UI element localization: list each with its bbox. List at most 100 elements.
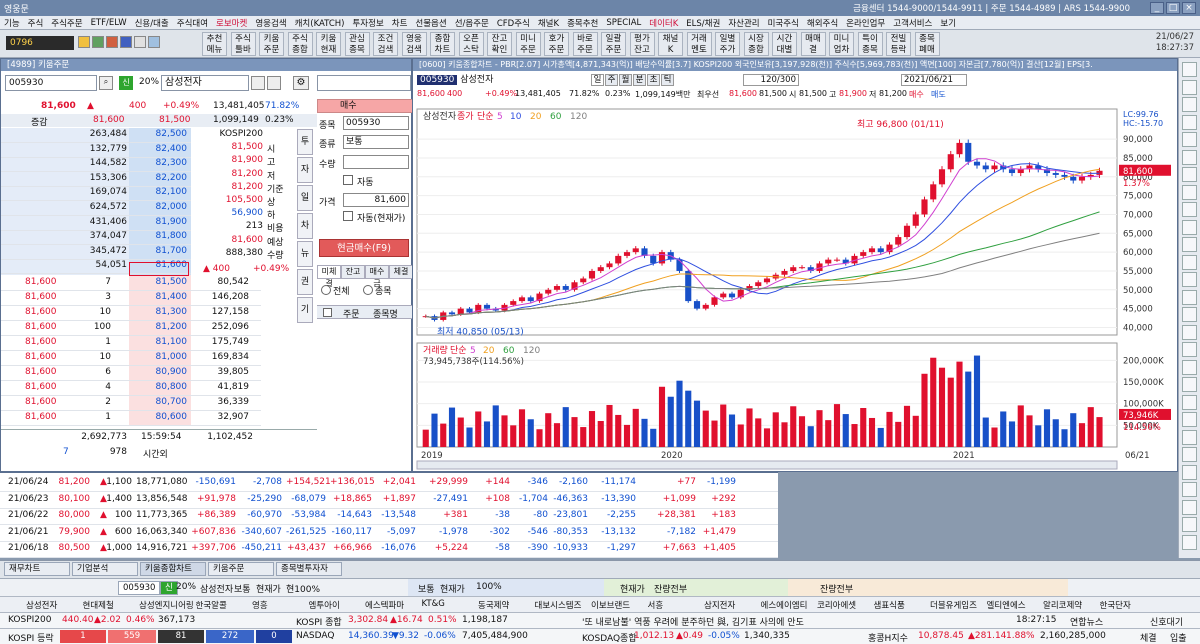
menu-item[interactable]: 신용/대출 xyxy=(135,17,169,29)
chart-date-input[interactable]: 2021/06/21 xyxy=(901,74,967,86)
menu-item[interactable]: 자산관리 xyxy=(728,17,759,29)
ask-price[interactable]: 82,000 xyxy=(131,202,188,212)
buy-submit-button[interactable]: 현금매수(F9) xyxy=(319,239,409,257)
drawing-tool-icon[interactable] xyxy=(1182,254,1197,270)
ticker-stock[interactable]: 서흥 xyxy=(648,599,702,611)
menu-item[interactable]: 투자정보 xyxy=(352,17,383,29)
ask-price[interactable]: 82,100 xyxy=(131,187,188,197)
bid-price[interactable]: 81,400 xyxy=(131,292,188,302)
side-tab[interactable]: 기 xyxy=(297,297,313,323)
drawing-tool-icon[interactable] xyxy=(1182,324,1197,340)
menu-item[interactable]: 해외주식 xyxy=(807,17,838,29)
toolbar-button[interactable]: 조건 검색 xyxy=(373,32,398,56)
fill-status[interactable]: 체결 xyxy=(1140,631,1157,644)
ticker-stock[interactable]: 알리코제약 xyxy=(1043,599,1097,611)
toolbar-button[interactable]: 종합 차트 xyxy=(430,32,455,56)
drawing-tool-icon[interactable] xyxy=(1182,202,1197,217)
toolbar-button[interactable]: 영웅 검색 xyxy=(401,32,427,56)
order-code-input[interactable]: 005930 xyxy=(343,116,409,130)
ask-price[interactable]: 81,900 xyxy=(131,217,188,227)
bid-price[interactable]: 81,300 xyxy=(131,307,188,317)
ask-price[interactable]: 82,400 xyxy=(131,144,188,154)
menu-item[interactable]: 보기 xyxy=(940,17,956,29)
window-tab[interactable]: 키움주문 xyxy=(208,562,274,576)
window-tab[interactable]: 종목별투자자 xyxy=(276,562,342,576)
menu-item[interactable]: 주식 xyxy=(28,17,44,29)
order-type-select[interactable]: 보통 xyxy=(343,135,409,149)
drawing-tool-icon[interactable] xyxy=(1182,534,1197,550)
chart-stock-selector[interactable]: 005930 삼성전자 xyxy=(417,74,497,86)
drawing-tool-icon[interactable] xyxy=(1182,167,1197,182)
drawing-tool-icon[interactable] xyxy=(1182,394,1197,410)
flag-icon[interactable] xyxy=(120,36,132,48)
period-button[interactable]: 분 xyxy=(633,74,646,86)
grid-icon[interactable] xyxy=(92,36,104,48)
ask-price[interactable]: 82,200 xyxy=(131,173,188,183)
drawing-tool-icon[interactable] xyxy=(1182,272,1197,287)
ticker-stock[interactable]: 코리아에셋 xyxy=(817,599,871,611)
drawing-tool-icon[interactable] xyxy=(1182,184,1197,200)
menu-item[interactable]: 종목추천 xyxy=(567,17,598,29)
toolbar-button[interactable]: 종목 폐매 xyxy=(914,32,940,56)
chart-info-item[interactable]: 매도 xyxy=(931,89,946,100)
menu-item[interactable]: 고객서비스 xyxy=(893,17,932,29)
ticker-stock[interactable]: 한국알콜 xyxy=(196,599,250,611)
link-icon[interactable] xyxy=(251,76,265,90)
menu-item[interactable]: 기능 xyxy=(4,17,20,29)
toolbar-button[interactable]: 평가 잔고 xyxy=(629,32,655,56)
toolbar-button[interactable]: 호가 주문 xyxy=(544,32,569,56)
settings-icon[interactable] xyxy=(134,36,146,48)
search-icon[interactable]: ⌕ xyxy=(99,76,113,90)
toolbar-button[interactable]: 바로 주문 xyxy=(572,32,598,56)
stock-code-input[interactable]: 005930 xyxy=(5,75,97,91)
toolbar-button[interactable]: 주식 종합 xyxy=(287,32,313,56)
ask-price[interactable]: 81,700 xyxy=(131,246,188,256)
ticker-stock[interactable]: 엠투아이 xyxy=(309,599,363,611)
drawing-tool-icon[interactable] xyxy=(1182,499,1197,515)
ticker-stock[interactable]: 삼지전자 xyxy=(704,599,758,611)
menu-item[interactable]: CFD주식 xyxy=(497,17,530,29)
menu-item[interactable]: 미국주식 xyxy=(768,17,799,29)
ticker-stock[interactable]: 영흥 xyxy=(252,599,306,611)
chart-canvas[interactable]: 90,00085,00080,00075,00070,00065,00060,0… xyxy=(413,103,1177,471)
drawing-tool-icon[interactable] xyxy=(1182,237,1197,252)
ticker-stock[interactable]: 한국단자 xyxy=(1100,599,1154,611)
toolbar-button[interactable]: 매매 결 xyxy=(800,32,826,56)
tab-buy[interactable]: 매수 xyxy=(317,99,413,113)
bid-price[interactable]: 80,600 xyxy=(131,412,188,422)
toolbar-button[interactable]: 거래 멘토 xyxy=(686,32,712,56)
ask-price[interactable]: 82,300 xyxy=(131,158,188,168)
drawing-tool-icon[interactable] xyxy=(1182,429,1197,445)
window-tab[interactable]: 키움종합차트 xyxy=(140,562,206,576)
drawing-tool-icon[interactable] xyxy=(1182,149,1197,165)
toolbar-button[interactable]: 관심 종목 xyxy=(344,32,370,56)
toolbar-button[interactable]: 키움 현재 xyxy=(316,32,341,56)
drawing-tool-icon[interactable] xyxy=(1182,97,1197,112)
toolbar-button[interactable]: 키움 주문 xyxy=(259,32,284,56)
toolbar-button[interactable]: 특이 종목 xyxy=(857,32,883,56)
menu-item[interactable]: 데이터K xyxy=(649,17,678,29)
period-button[interactable]: 월 xyxy=(619,74,632,86)
minimize-icon[interactable]: _ xyxy=(1150,2,1164,14)
ticker-stock[interactable]: 이보브랜드 xyxy=(591,599,645,611)
toolbar-button[interactable]: 미니 업차 xyxy=(829,32,854,56)
gear-icon[interactable]: ⚙ xyxy=(293,76,309,90)
menu-item[interactable]: 차트 xyxy=(392,17,408,29)
window-icon[interactable] xyxy=(267,76,281,90)
menu-item[interactable]: 선물옵션 xyxy=(415,17,446,29)
window-tab[interactable]: 재무차트 xyxy=(4,562,70,576)
drawing-tool-icon[interactable] xyxy=(1182,219,1197,235)
period-button[interactable]: 일 xyxy=(591,74,604,86)
ask-price[interactable]: 81,800 xyxy=(131,231,188,241)
menu-item[interactable]: 주식대여 xyxy=(177,17,208,29)
drawing-tool-icon[interactable] xyxy=(1182,517,1197,532)
toolbar-button[interactable]: 시장 종합 xyxy=(743,32,769,56)
ticker-stock[interactable]: 대보시스템즈 xyxy=(535,599,589,611)
drawing-tool-icon[interactable] xyxy=(1182,342,1197,357)
drawing-tool-icon[interactable] xyxy=(1182,412,1197,427)
toolbar-button[interactable]: 미니 주문 xyxy=(515,32,541,56)
menu-item[interactable]: 선/옵주문 xyxy=(455,17,489,29)
drawing-tool-icon[interactable] xyxy=(1182,464,1197,480)
period-button[interactable]: 틱 xyxy=(661,74,674,86)
bid-price[interactable]: 80,800 xyxy=(131,382,188,392)
